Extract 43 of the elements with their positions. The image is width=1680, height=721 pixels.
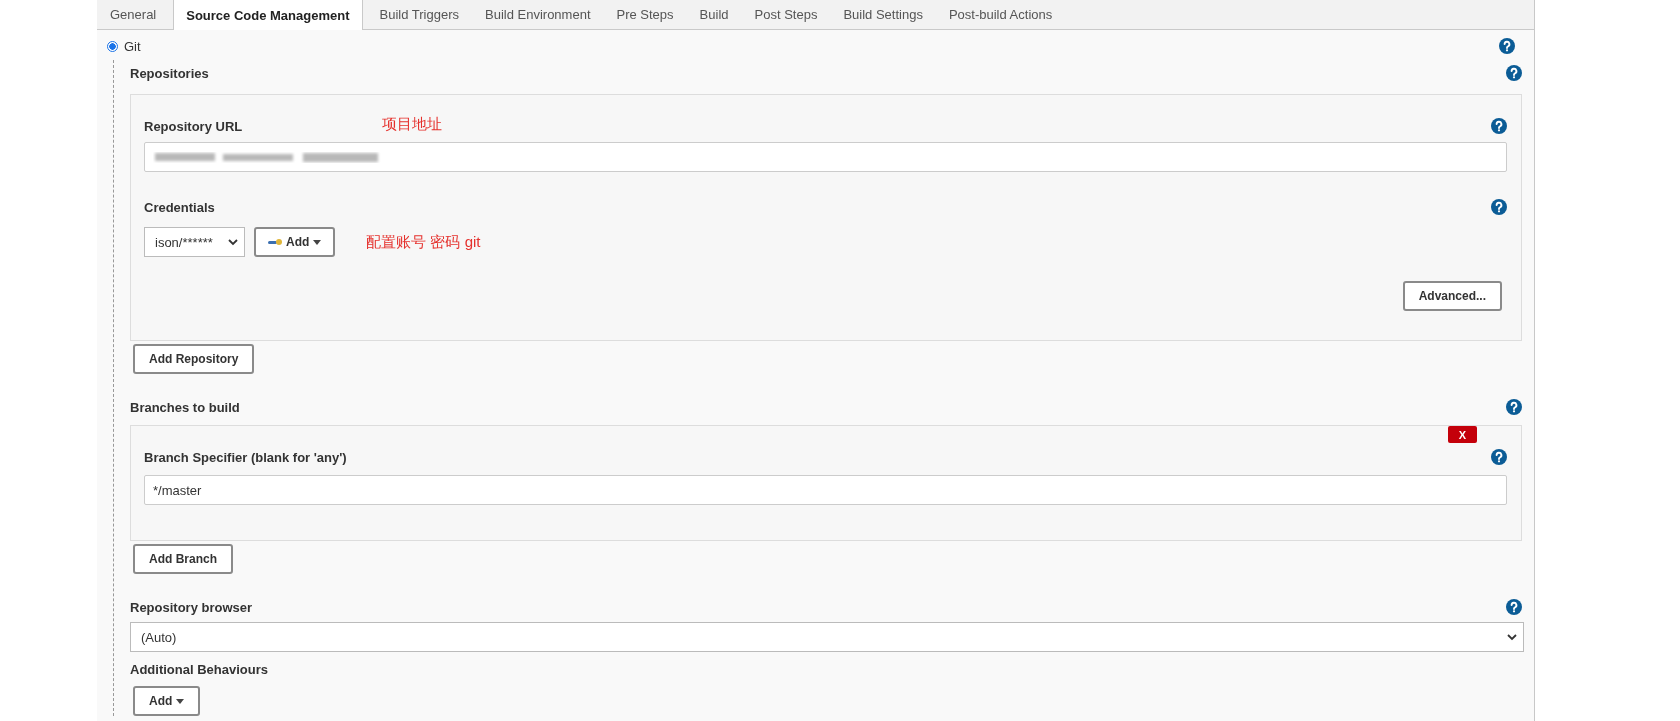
tab[interactable]: Source Code Management xyxy=(173,0,363,30)
caret-icon xyxy=(176,698,185,704)
input-field[interactable] xyxy=(144,142,1507,172)
annotation-text: 配置账号 密码 git xyxy=(366,232,481,252)
chevron-down-icon xyxy=(1507,633,1517,641)
help-icon[interactable] xyxy=(1491,449,1507,465)
help-icon[interactable] xyxy=(1506,399,1522,415)
add-repository-button[interactable]: Add Repository xyxy=(133,344,255,374)
tab[interactable]: Build xyxy=(686,0,742,29)
delete-button[interactable]: X xyxy=(1448,426,1477,443)
section-title: Repositories xyxy=(130,65,209,81)
caret-icon xyxy=(313,239,322,245)
field-label: Repository URL xyxy=(144,118,243,134)
tab[interactable]: Pre Steps xyxy=(603,0,687,29)
tab[interactable]: Post-build Actions xyxy=(935,0,1066,29)
option-label: Git xyxy=(124,38,141,54)
input-value: */master xyxy=(153,482,202,498)
add-credentials-button[interactable]: Add xyxy=(254,227,336,257)
key-icon xyxy=(268,238,282,246)
tab[interactable]: General xyxy=(97,0,170,29)
field-label: Credentials xyxy=(144,199,215,215)
radio-button[interactable] xyxy=(107,40,118,52)
help-icon[interactable] xyxy=(1499,38,1515,54)
input-field[interactable]: */master xyxy=(144,475,1507,505)
tab[interactable]: Post Steps xyxy=(741,0,831,29)
repository-browser-select[interactable]: (Auto) xyxy=(130,622,1524,652)
annotation-text: 项目地址 xyxy=(382,115,442,134)
tab[interactable]: Build Settings xyxy=(830,0,936,29)
add-behaviour-button[interactable]: Add xyxy=(133,686,201,716)
field-label: Branch Specifier (blank for 'any') xyxy=(144,449,347,465)
add-branch-button[interactable]: Add Branch xyxy=(133,544,233,574)
section-title: Branches to build xyxy=(130,399,240,415)
section-title: Additional Behaviours xyxy=(130,661,268,677)
help-icon[interactable] xyxy=(1506,65,1522,81)
help-icon[interactable] xyxy=(1491,118,1507,134)
credentials-select[interactable]: ison/****** xyxy=(144,227,245,257)
help-icon[interactable] xyxy=(1506,599,1522,615)
help-icon[interactable] xyxy=(1491,199,1507,215)
tab[interactable]: Build Environment xyxy=(472,0,604,29)
tab[interactable]: Build Triggers xyxy=(366,0,472,29)
section-title: Repository browser xyxy=(130,599,253,615)
advanced-button[interactable]: Advanced... xyxy=(1402,281,1502,311)
chevron-down-icon xyxy=(228,238,238,246)
